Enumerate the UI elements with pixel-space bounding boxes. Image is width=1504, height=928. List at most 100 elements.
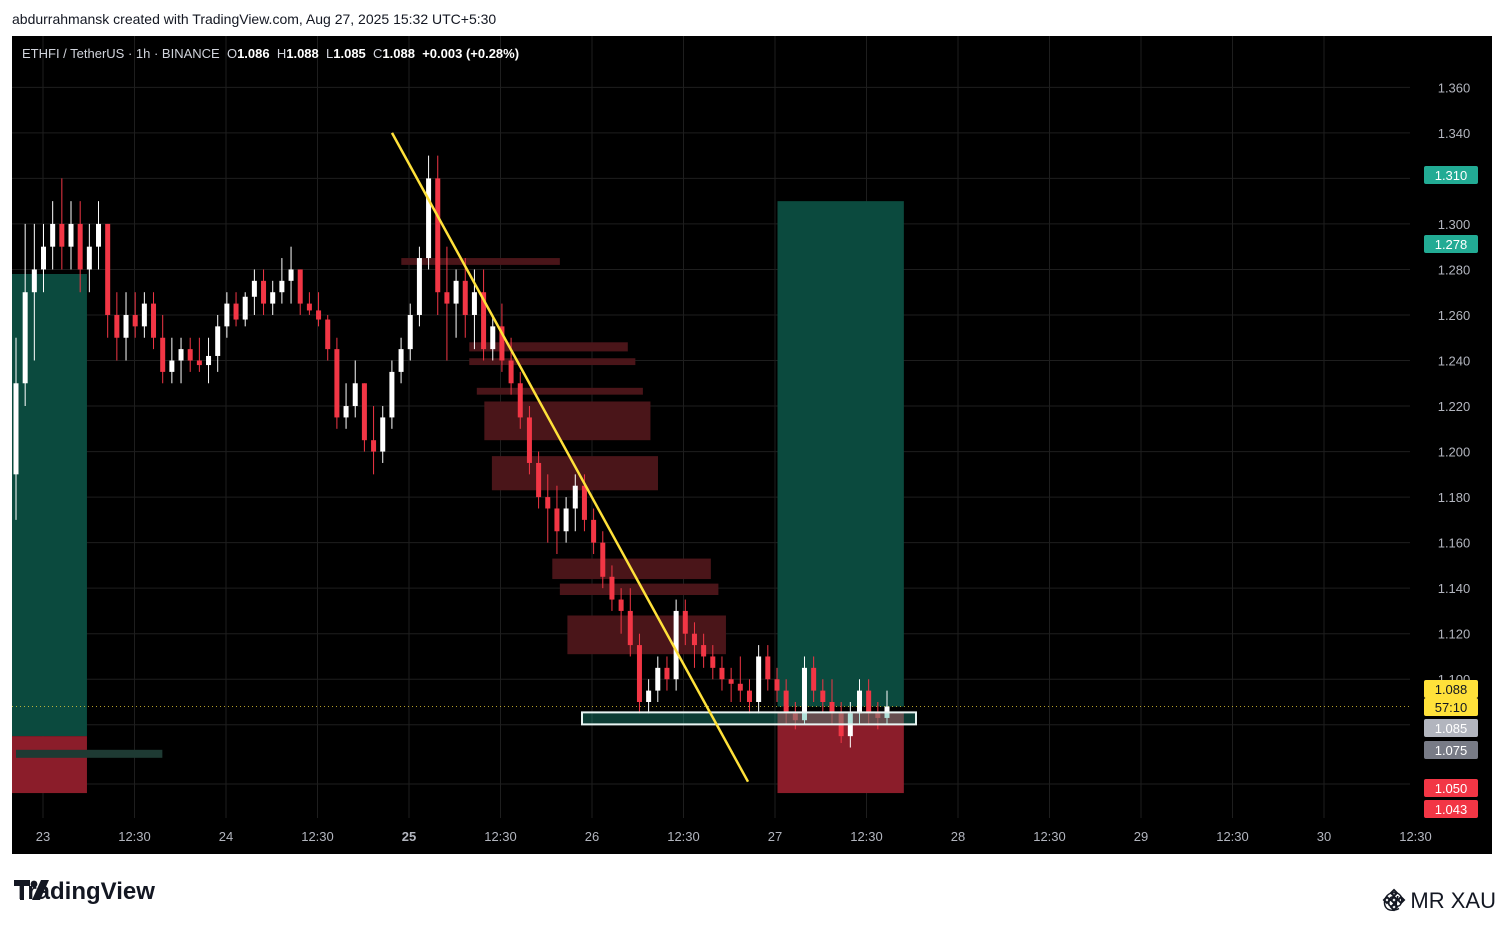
- candlestick-chart[interactable]: 1.3601.3401.3201.3001.2801.2601.2401.220…: [12, 36, 1492, 854]
- y-tick-label: 1.180: [1438, 490, 1471, 505]
- candle-body: [279, 280, 285, 293]
- candle-body: [728, 679, 734, 684]
- change-value: +0.003 (+0.28%): [422, 46, 520, 61]
- x-tick-label: 12:30: [667, 829, 700, 844]
- entry-box: [581, 711, 917, 726]
- footer: TradingView @ MR XAU: [0, 854, 1504, 928]
- target-zone-right: [777, 201, 904, 707]
- candle-body: [297, 269, 303, 304]
- candle-body: [141, 303, 147, 327]
- candle-body: [270, 292, 276, 304]
- candle-body: [453, 280, 459, 304]
- candle-body: [132, 314, 138, 327]
- candle-body: [233, 303, 239, 320]
- time-axis: [12, 818, 1492, 854]
- y-tick-label: 1.240: [1438, 354, 1471, 369]
- candle-body: [462, 280, 468, 315]
- candle-body: [517, 383, 523, 418]
- candle-body: [86, 246, 92, 270]
- candle-body: [554, 508, 560, 532]
- candle-body: [380, 417, 386, 452]
- candle-body: [288, 269, 294, 281]
- candle-body: [737, 683, 743, 691]
- x-tick-label: 12:30: [1399, 829, 1432, 844]
- open-value: 1.086: [237, 46, 270, 61]
- close-value: 1.088: [382, 46, 415, 61]
- price-badge-label: 1.278: [1435, 237, 1468, 252]
- y-tick-label: 1.140: [1438, 581, 1471, 596]
- candle-body: [77, 223, 83, 270]
- x-tick-label: 28: [951, 829, 965, 844]
- candle-body: [526, 417, 532, 463]
- x-tick-label: 23: [36, 829, 50, 844]
- candle-body: [59, 223, 65, 247]
- attribution-text: abdurrahmansk created with TradingView.c…: [12, 11, 497, 27]
- candle-body: [811, 667, 817, 691]
- candle-body: [664, 667, 670, 680]
- low-value: 1.085: [333, 46, 366, 61]
- candle-body: [242, 296, 248, 320]
- x-tick-label: 29: [1134, 829, 1148, 844]
- candle-body: [178, 349, 184, 361]
- candle-body: [600, 542, 606, 577]
- candle-body: [444, 292, 450, 304]
- candle-body: [719, 667, 725, 680]
- candle-body: [646, 690, 652, 702]
- y-tick-label: 1.200: [1438, 445, 1471, 460]
- x-tick-label: 12:30: [118, 829, 151, 844]
- candle-body: [618, 599, 624, 611]
- candle-body: [206, 355, 212, 366]
- candle-body: [545, 497, 551, 509]
- candle-body: [68, 223, 74, 247]
- x-tick-label: 12:30: [1216, 829, 1249, 844]
- candle-body: [591, 519, 597, 543]
- candle-body: [371, 440, 377, 452]
- candle-body: [114, 314, 120, 338]
- chart-background: [12, 36, 1492, 854]
- order-block: [401, 258, 560, 265]
- candle: [435, 155, 441, 315]
- x-tick-label: 30: [1317, 829, 1331, 844]
- candle-body: [196, 360, 202, 366]
- y-tick-label: 1.260: [1438, 308, 1471, 323]
- candle-body: [22, 292, 28, 384]
- x-tick-label: 24: [219, 829, 233, 844]
- order-block: [476, 387, 643, 395]
- price-badge-label: 1.050: [1435, 781, 1468, 796]
- candle-body: [261, 280, 267, 304]
- order-block: [484, 401, 651, 441]
- candle-body: [224, 303, 230, 327]
- candle-body: [334, 349, 340, 418]
- candle-body: [215, 326, 221, 356]
- candle-body: [41, 246, 47, 270]
- candle-body: [187, 349, 193, 361]
- candle-body: [765, 656, 771, 680]
- candle-body: [31, 269, 37, 293]
- price-badge-label: 1.088: [1435, 682, 1468, 697]
- symbol-name[interactable]: ETHFI / TetherUS · 1h · BINANCE: [22, 46, 220, 61]
- tradingview-logo[interactable]: TradingView: [14, 878, 155, 906]
- candle-body: [609, 576, 615, 600]
- price-badge-label: 1.075: [1435, 743, 1468, 758]
- high-label: H: [276, 46, 287, 61]
- candle-body: [306, 303, 312, 311]
- candle-body: [251, 280, 257, 297]
- candle-body: [435, 178, 441, 293]
- candle-body: [746, 690, 752, 702]
- author-tag: @ MR XAU: [1382, 888, 1496, 914]
- candle-body: [96, 223, 102, 247]
- price-badge-label: 1.085: [1435, 721, 1468, 736]
- candle-body: [701, 645, 707, 657]
- y-tick-label: 1.220: [1438, 399, 1471, 414]
- y-tick-label: 1.360: [1438, 80, 1471, 95]
- high-value: 1.088: [286, 46, 319, 61]
- x-tick-label: 12:30: [1033, 829, 1066, 844]
- candle: [334, 337, 340, 429]
- candle-body: [774, 679, 780, 691]
- x-tick-label: 25: [402, 829, 416, 844]
- candle-body: [710, 656, 716, 668]
- chart-pane[interactable]: 1.3601.3401.3201.3001.2801.2601.2401.220…: [12, 36, 1492, 854]
- candle-body: [169, 360, 175, 372]
- stop-zone-left: [12, 736, 87, 794]
- y-tick-label: 1.340: [1438, 126, 1471, 141]
